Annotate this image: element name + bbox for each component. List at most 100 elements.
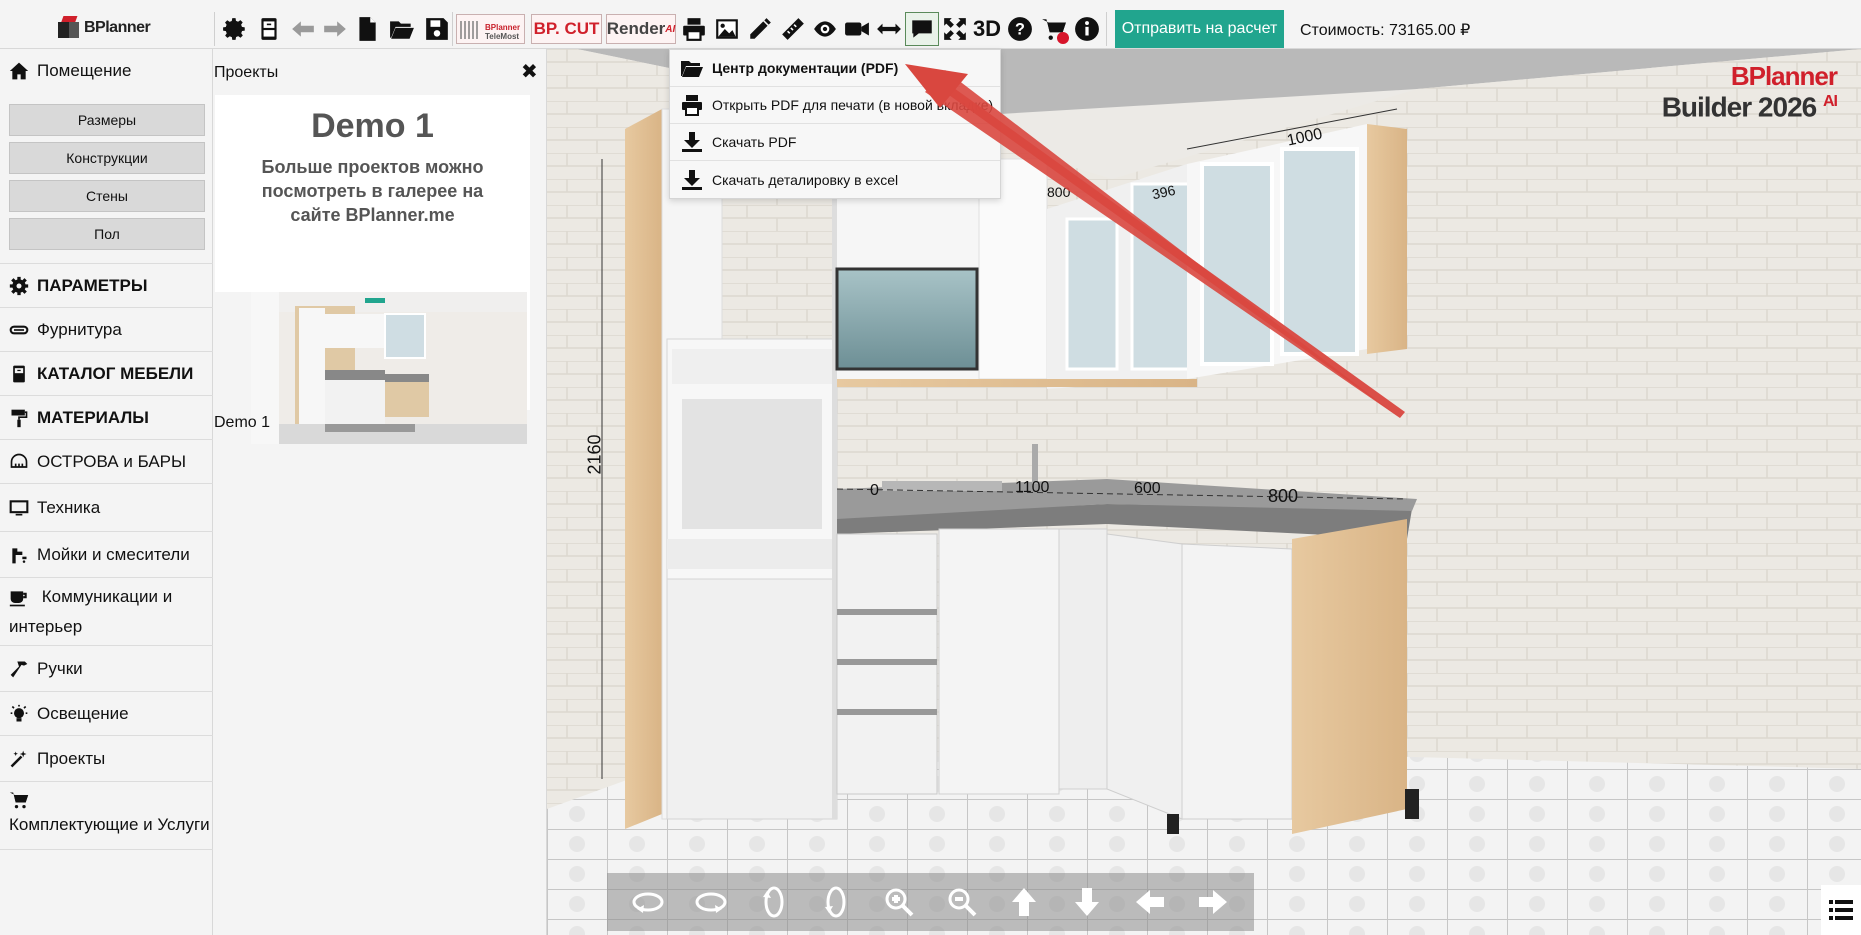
sidebar-item-appliances[interactable]: Техника xyxy=(0,484,213,532)
zoom-in-icon[interactable] xyxy=(877,880,921,924)
sub-button-sizes[interactable]: Размеры xyxy=(9,104,205,136)
telemost-label-1: BPlanner xyxy=(485,23,521,32)
video-icon[interactable] xyxy=(840,12,874,46)
app-logo[interactable]: BPlanner xyxy=(58,14,151,42)
sidebar-item-label: ПАРАМЕТРЫ xyxy=(37,275,148,295)
send-for-calculation-button[interactable]: Отправить на расчет xyxy=(1115,10,1284,48)
telemost-icon xyxy=(460,21,480,39)
move-left-icon[interactable] xyxy=(1128,880,1172,924)
sidebar-item-components-services[interactable]: Комплектующие и Услуги xyxy=(0,782,213,850)
rotate-up-icon[interactable] xyxy=(752,880,796,924)
sidebar-item-islands-bars[interactable]: ОСТРОВА и БАРЫ xyxy=(0,440,213,484)
sidebar-item-communications-interior[interactable]: Коммуникации и интерьер xyxy=(0,578,213,646)
undo-icon[interactable] xyxy=(286,12,320,46)
paint-roller-icon xyxy=(9,408,29,428)
menu-item-documentation-center[interactable]: Центр документации (PDF) xyxy=(670,50,1000,87)
brand-line-2-wrap: Builder 2026 AI xyxy=(1662,89,1838,121)
project-name: Demo 1 xyxy=(214,414,271,431)
rotate-down-icon[interactable] xyxy=(814,880,858,924)
comment-icon[interactable] xyxy=(905,12,939,46)
cart-badge xyxy=(1057,32,1069,44)
home-icon xyxy=(9,61,29,81)
resize-icon[interactable] xyxy=(872,12,906,46)
sub-button-walls[interactable]: Стены xyxy=(9,180,205,212)
sub-button-floor[interactable]: Пол xyxy=(9,218,205,250)
cost-label: Стоимость: 73165.00 ₽ xyxy=(1300,22,1471,39)
sidebar-item-projects[interactable]: Проекты xyxy=(0,736,213,782)
render-label: Render xyxy=(606,19,666,38)
open-folder-icon[interactable] xyxy=(385,12,419,46)
image-icon[interactable] xyxy=(710,12,744,46)
sidebar-item-furniture-catalog[interactable]: КАТАЛОГ МЕБЕЛИ xyxy=(0,352,213,396)
sub-button-constructions[interactable]: Конструкции xyxy=(9,142,205,174)
menu-item-open-pdf-print[interactable]: Открыть PDF для печати (в новой вкладке) xyxy=(670,87,1000,124)
3d-icon[interactable]: 3D xyxy=(970,12,1004,46)
logo-text: BPlanner xyxy=(84,19,151,36)
folder-open-icon xyxy=(680,57,704,79)
lightbulb-icon xyxy=(9,704,29,724)
sidebar-item-label: Помещение xyxy=(37,61,132,80)
render-sup: AI xyxy=(665,23,676,35)
sidebar-item-handles[interactable]: Ручки xyxy=(0,646,213,692)
sidebar-item-lighting[interactable]: Освещение xyxy=(0,692,213,736)
sidebar-item-label: Мойки и смесители xyxy=(37,544,190,564)
cart-icon[interactable] xyxy=(1037,12,1071,46)
project-card-text: Больше проектов можно посмотреть в галер… xyxy=(261,157,484,225)
sidebar-item-label: Комплектующие и Услуги xyxy=(9,815,210,834)
menu-item-label: Центр документации (PDF) xyxy=(712,60,899,76)
print-icon xyxy=(680,94,704,116)
info-icon[interactable] xyxy=(1070,12,1104,46)
rotate-left-icon[interactable] xyxy=(626,880,670,924)
cart-icon xyxy=(9,790,29,810)
print-icon[interactable] xyxy=(677,12,711,46)
fullscreen-icon[interactable] xyxy=(938,12,972,46)
new-file-icon[interactable] xyxy=(350,12,384,46)
pencil-icon[interactable] xyxy=(743,12,777,46)
sidebar-item-label: Коммуникации и интерьер xyxy=(9,587,173,636)
sidebar-item-label: Проекты xyxy=(37,748,106,768)
hammer-icon xyxy=(9,659,29,679)
menu-item-download-pdf[interactable]: Скачать PDF xyxy=(670,124,1000,161)
dimension-label: 1100 xyxy=(1015,479,1050,496)
menu-item-download-excel[interactable]: Скачать деталировку в excel xyxy=(670,161,1000,198)
move-down-icon[interactable] xyxy=(1065,880,1109,924)
sidebar-item-label: Освещение xyxy=(37,703,129,723)
save-icon[interactable] xyxy=(420,12,454,46)
magic-wand-icon xyxy=(9,749,29,769)
ruler-icon[interactable] xyxy=(776,12,810,46)
projects-panel: Проекты ✖ Demo 1 Больше проектов можно п… xyxy=(213,49,547,935)
gear-icon[interactable] xyxy=(218,12,252,46)
move-right-icon[interactable] xyxy=(1191,880,1235,924)
project-card[interactable]: Demo 1 Больше проектов можно посмотреть … xyxy=(215,95,530,444)
eye-icon[interactable] xyxy=(808,12,842,46)
redo-icon[interactable] xyxy=(318,12,352,46)
move-up-icon[interactable] xyxy=(1002,880,1046,924)
download-icon xyxy=(680,131,704,153)
svg-text:?: ? xyxy=(1015,20,1025,38)
telemost-label-2: TeleMost xyxy=(485,32,520,41)
zoom-out-icon[interactable] xyxy=(940,880,984,924)
project-card-title: Demo 1 xyxy=(311,107,434,145)
projects-panel-title: Проекты xyxy=(214,64,279,81)
bp-cut-button[interactable]: BP. CUT xyxy=(531,14,602,44)
telemost-button[interactable]: BPlanner TeleMost xyxy=(456,14,525,44)
toolbar-divider xyxy=(452,12,453,46)
sidebar-item-materials[interactable]: МАТЕРИАЛЫ xyxy=(0,396,213,440)
sidebar-item-room[interactable]: Помещение xyxy=(0,49,213,93)
dimension-label: 800 xyxy=(1047,184,1071,200)
help-icon[interactable]: ? xyxy=(1003,12,1037,46)
logo-cube-icon xyxy=(58,16,80,40)
bp-cut-label: BP. CUT xyxy=(533,19,600,38)
3d-label: 3D xyxy=(972,16,1002,41)
sidebar-item-sinks-faucets[interactable]: Мойки и смесители xyxy=(0,532,213,578)
sidebar-item-parameters[interactable]: ПАРАМЕТРЫ xyxy=(0,264,213,308)
rotate-right-icon[interactable] xyxy=(689,880,733,924)
list-menu-icon[interactable] xyxy=(1821,885,1861,935)
close-icon[interactable]: ✖ xyxy=(521,59,538,84)
dimension-label: 2160 xyxy=(584,434,605,475)
cabinet-icon[interactable] xyxy=(252,12,286,46)
sidebar-item-hardware[interactable]: Фурнитура xyxy=(0,308,213,352)
sink-icon xyxy=(9,545,29,565)
dimension-label: 0 xyxy=(870,482,879,499)
render-ai-button[interactable]: Render AI xyxy=(606,14,676,44)
